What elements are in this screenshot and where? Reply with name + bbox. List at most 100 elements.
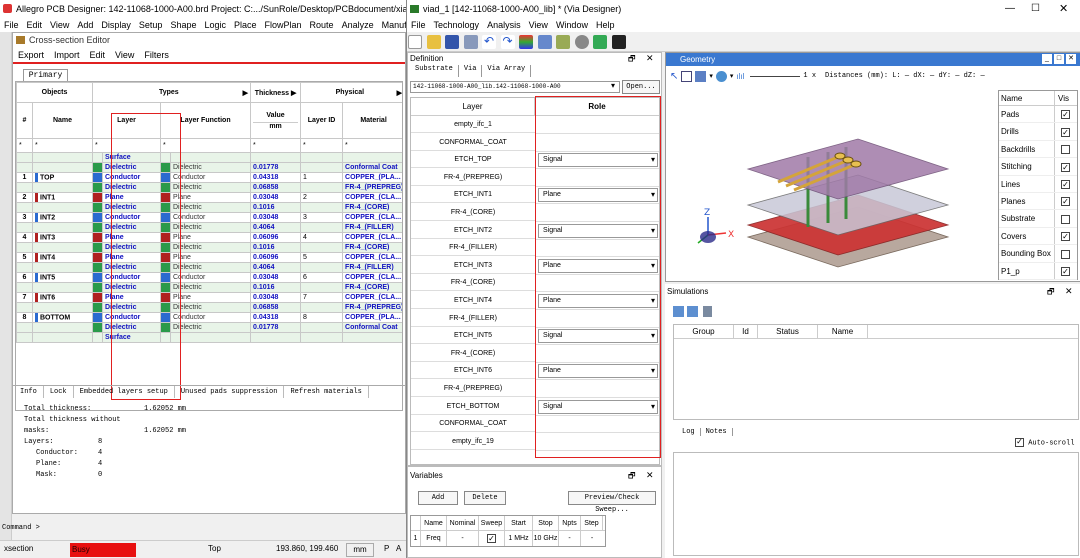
info-tab[interactable]: Lock: [44, 386, 74, 398]
table-row[interactable]: Dielectric Dielectric 0.4064 FR-4_(FILLER): [16, 222, 402, 233]
panel-close-icon[interactable]: ✕: [646, 53, 654, 64]
chip-icon[interactable]: [537, 35, 552, 49]
fit-view-icon[interactable]: [681, 70, 693, 82]
info-tab[interactable]: Refresh materials: [284, 386, 369, 398]
row-material[interactable]: Conformal Coat: [342, 322, 402, 333]
menu-item[interactable]: FlowPlan: [261, 18, 306, 32]
row-function[interactable]: Conductor: [169, 212, 252, 223]
save-icon[interactable]: [445, 35, 460, 49]
row-material[interactable]: [342, 332, 402, 343]
vis-item[interactable]: Planes ✓: [999, 192, 1077, 211]
row-name[interactable]: TOP: [32, 172, 93, 183]
sim-float-icon[interactable]: 🗗: [1047, 286, 1055, 300]
vis-checkbox[interactable]: [1055, 141, 1070, 157]
autoscroll-checkbox[interactable]: ✓: [1015, 438, 1024, 447]
zoom-slider[interactable]: [750, 75, 801, 77]
row-name[interactable]: [32, 242, 93, 253]
vis-item[interactable]: Substrate: [999, 210, 1077, 228]
delete-button[interactable]: Delete: [464, 491, 506, 505]
menu-item[interactable]: Analysis: [483, 18, 525, 32]
menu-item[interactable]: Setup: [135, 18, 167, 32]
sim-close-icon[interactable]: ✕: [1065, 286, 1073, 297]
vis-item[interactable]: Stitching ✓: [999, 158, 1077, 176]
preview-sweep-button[interactable]: Preview/Check Sweep...: [568, 491, 656, 514]
cs-menu-item[interactable]: Edit: [85, 48, 111, 62]
definition-tab[interactable]: Via Array: [482, 65, 532, 77]
log-output[interactable]: [673, 452, 1079, 556]
table-row[interactable]: 4 INT3 Plane Plane 0.06096 4 COPPER_(CLA...: [16, 232, 402, 243]
var-float-icon[interactable]: 🗗: [628, 470, 636, 484]
vis-checkbox[interactable]: ✓: [1055, 106, 1070, 122]
geo-close-icon[interactable]: ✕: [1066, 54, 1076, 64]
vis-item[interactable]: P1_p ✓: [999, 262, 1077, 280]
row-material[interactable]: COPPER_(CLA...: [342, 232, 402, 243]
log-tab[interactable]: Notes: [701, 428, 733, 436]
row-material[interactable]: COPPER_(PLA...: [342, 312, 402, 323]
row-function[interactable]: [169, 332, 252, 343]
row-name[interactable]: [32, 162, 93, 173]
sweep-checkbox[interactable]: ✓: [479, 531, 505, 546]
menu-item[interactable]: Add: [73, 18, 97, 32]
vis-checkbox[interactable]: ✓: [1055, 158, 1070, 174]
row-thickness[interactable]: 0.1016: [250, 282, 302, 293]
sim-col-header[interactable]: Name: [818, 325, 868, 338]
view-dropdown-icon[interactable]: ▾: [709, 72, 713, 80]
row-thickness[interactable]: 0.4064: [250, 262, 302, 273]
header-physical[interactable]: Physical ▶: [300, 82, 402, 103]
table-row[interactable]: 7 INT6 Plane Plane 0.03048 7 COPPER_(CLA...: [16, 292, 402, 303]
row-material[interactable]: FR-4_(FILLER): [342, 222, 402, 233]
status-a[interactable]: A: [396, 544, 401, 553]
menu-item[interactable]: File: [0, 18, 23, 32]
row-function[interactable]: Dielectric: [169, 282, 252, 293]
menu-item[interactable]: Place: [230, 18, 261, 32]
row-material[interactable]: FR-4_(FILLER): [342, 262, 402, 273]
menu-item[interactable]: Route: [306, 18, 338, 32]
row-name[interactable]: INT5: [32, 272, 93, 283]
row-material[interactable]: COPPER_(CLA...: [342, 252, 402, 263]
menu-item[interactable]: Shape: [166, 18, 200, 32]
row-function[interactable]: [169, 152, 252, 163]
table-row[interactable]: Dielectric Dielectric 0.1016 FR-4_(CORE): [16, 282, 402, 293]
via-icon[interactable]: [556, 35, 571, 49]
row-name[interactable]: INT4: [32, 252, 93, 263]
menu-item[interactable]: Help: [592, 18, 619, 32]
save-as-icon[interactable]: [463, 35, 478, 49]
row-name[interactable]: BOTTOM: [32, 312, 93, 323]
info-tab[interactable]: Embedded layers setup: [74, 386, 175, 398]
table-row[interactable]: Dielectric Dielectric 0.06858 FR-4_(PREPREG…: [16, 302, 402, 313]
definition-tab[interactable]: Substrate: [410, 65, 459, 77]
row-function[interactable]: Conductor: [169, 312, 252, 323]
cs-menu-item[interactable]: Filters: [139, 48, 174, 62]
settings-icon[interactable]: [574, 35, 589, 49]
row-thickness[interactable]: 0.04318: [250, 312, 302, 323]
row-thickness[interactable]: 0.04318: [250, 172, 302, 183]
close-icon[interactable]: ✕: [1059, 0, 1068, 18]
vis-checkbox[interactable]: ✓: [1055, 176, 1070, 192]
menu-item[interactable]: Logic: [200, 18, 230, 32]
table-row[interactable]: 3 INT2 Conductor Conductor 0.03048 3 COPPER_(C…: [16, 212, 402, 223]
row-name[interactable]: [32, 152, 93, 163]
row-name[interactable]: [32, 222, 93, 233]
row-name[interactable]: [32, 302, 93, 313]
row-function[interactable]: Conductor: [169, 172, 252, 183]
run-icon[interactable]: [593, 35, 608, 49]
row-function[interactable]: Plane: [169, 192, 252, 203]
float-icon[interactable]: 🗗: [628, 53, 636, 67]
filter-row[interactable]: * * * * * * *: [16, 138, 402, 153]
table-row[interactable]: Dielectric Dielectric 0.01778 Conformal Coa…: [16, 162, 402, 173]
row-function[interactable]: Dielectric: [169, 162, 252, 173]
geo-minimize-icon[interactable]: _: [1042, 54, 1052, 64]
row-material[interactable]: FR-4_(CORE): [342, 202, 402, 213]
table-row[interactable]: 6 INT5 Conductor Conductor 0.03048 6 COPPER_(C…: [16, 272, 402, 283]
row-thickness[interactable]: 0.4064: [250, 222, 302, 233]
row-material[interactable]: COPPER_(CLA...: [342, 192, 402, 203]
vis-item[interactable]: Pads ✓: [999, 106, 1077, 124]
row-thickness[interactable]: 0.1016: [250, 242, 302, 253]
info-tab[interactable]: Info: [14, 386, 44, 398]
copy-sim-icon[interactable]: [687, 306, 698, 317]
sim-col-header[interactable]: Status: [758, 325, 818, 338]
row-name[interactable]: [32, 202, 93, 213]
header-thickness[interactable]: Thickness ▶: [250, 82, 302, 103]
table-row[interactable]: 1 TOP Conductor Conductor 0.04318 1 COPPER_(PL…: [16, 172, 402, 183]
row-function[interactable]: Dielectric: [169, 302, 252, 313]
